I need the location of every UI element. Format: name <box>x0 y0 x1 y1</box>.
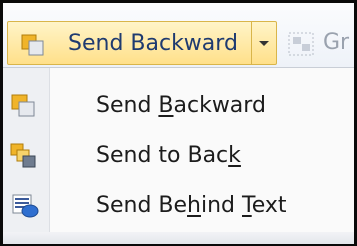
group-icon <box>287 31 317 61</box>
send-backward-button[interactable]: Send Backward <box>8 22 251 64</box>
send-to-back-icon <box>9 142 45 174</box>
chevron-down-icon <box>259 41 269 46</box>
send-backward-dropdown-arrow[interactable] <box>252 22 276 64</box>
send-backward-icon <box>18 32 54 62</box>
menu-item-send-behind-text[interactable]: Send Behind Text <box>3 182 354 230</box>
group-label: Gr <box>323 30 350 55</box>
menu-item-label: Send Behind Text <box>96 193 287 218</box>
menu-bottom-edge <box>3 232 354 244</box>
arrange-frame: Send Backward Gr Send Backward Send to B… <box>0 0 357 246</box>
group-button[interactable]: Gr <box>283 21 354 65</box>
send-behind-text-icon <box>9 192 45 224</box>
send-backward-icon <box>9 92 45 124</box>
menu-item-label: Send Backward <box>96 93 266 118</box>
menu-item-send-to-back[interactable]: Send to Back <box>3 132 354 180</box>
ribbon-strip: Send Backward Gr <box>3 3 354 67</box>
send-backward-label: Send Backward <box>68 31 238 56</box>
menu-item-send-backward[interactable]: Send Backward <box>3 82 354 130</box>
send-backward-dropdown-menu: Send Backward Send to Back Send Behind T… <box>3 67 354 244</box>
menu-item-label: Send to Back <box>96 143 241 168</box>
send-backward-split-button[interactable]: Send Backward <box>7 21 277 65</box>
